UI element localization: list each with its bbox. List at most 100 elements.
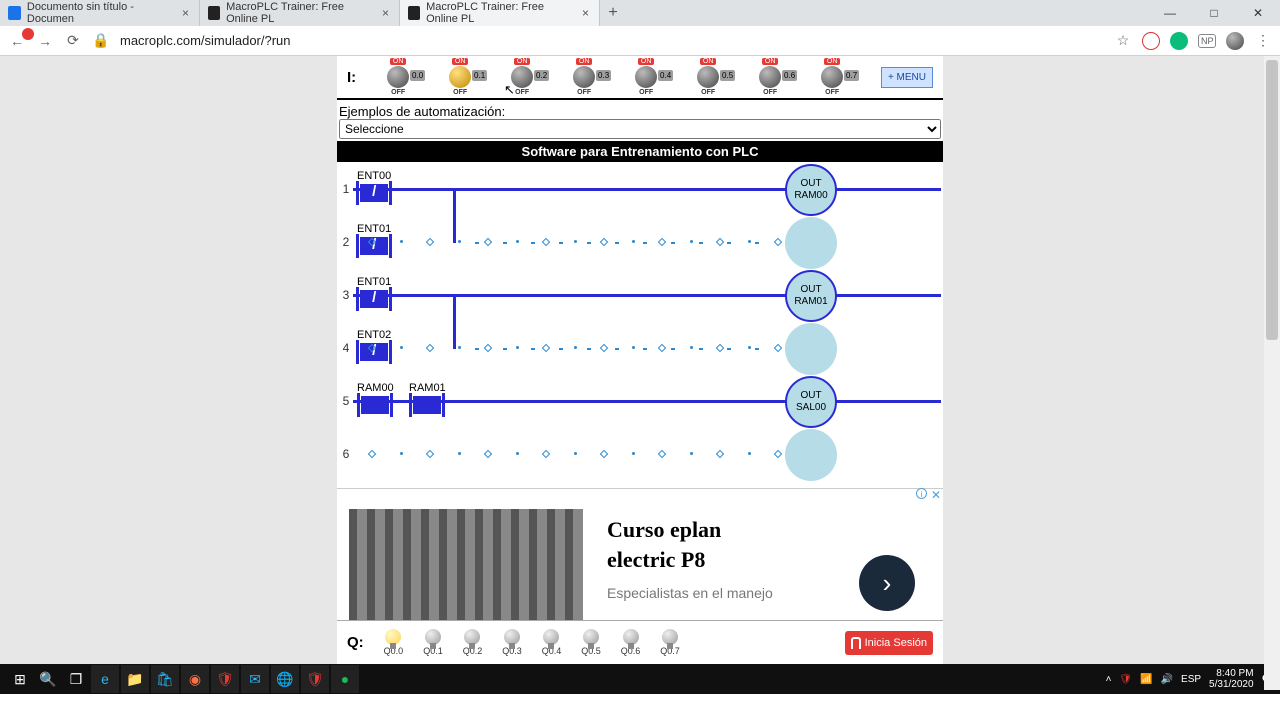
chrome-menu-button[interactable]: ⋮ xyxy=(1254,32,1272,49)
favicon-macroplc-icon xyxy=(208,6,220,20)
taskbar-edge-icon[interactable]: e xyxy=(91,665,119,693)
task-view-button[interactable]: ❐ xyxy=(62,665,90,693)
input-toggle-list: ON0.0OFF ON0.1OFF ON0.2OFF ON0.3OFF ON0.4OFF… xyxy=(376,58,854,96)
output-bulb-7[interactable]: Q0.7 xyxy=(660,629,680,656)
coil-RAM00[interactable]: OUTRAM00 xyxy=(785,164,837,216)
ladder-diagram[interactable]: 1ENT00/OUTRAM002ENT01/3ENT01/OUTRAM014EN… xyxy=(337,162,943,480)
taskbar-app2-icon[interactable]: 🛡 xyxy=(301,665,329,693)
contact-symbol-icon xyxy=(361,396,389,414)
rung-dot-guides xyxy=(369,345,781,351)
windows-taskbar: ⊞ 🔍 ❐ e 📁 🛍 ◉ 🛡 ✉ 🌐 🛡 ● ˄ 🛡 📶 🔊 ESP 8:40… xyxy=(0,664,1280,694)
contact-RAM01[interactable]: RAM01 xyxy=(409,382,446,417)
tray-chevron-up-icon[interactable]: ˄ xyxy=(1106,674,1112,685)
tray-shield-icon[interactable]: 🛡 xyxy=(1119,674,1132,685)
menu-button[interactable]: + MENU xyxy=(881,67,933,88)
outputs-label: Q: xyxy=(347,634,364,651)
new-tab-button[interactable]: + xyxy=(600,4,626,22)
ad-close-icon[interactable]: ✕ xyxy=(931,488,941,502)
nav-forward-button[interactable]: → xyxy=(36,33,54,49)
ad-next-button[interactable]: › xyxy=(859,555,915,611)
knob-icon: 0.7 xyxy=(821,66,843,88)
advertisement: i ✕ Curso eplan electric P8 Especialista… xyxy=(337,488,943,638)
ext-ublock-icon[interactable] xyxy=(1142,32,1160,50)
taskbar-mcafee-icon[interactable]: 🛡 xyxy=(211,665,239,693)
login-button[interactable]: Inicia Sesión xyxy=(845,631,933,655)
ad-info-icon[interactable]: i xyxy=(916,488,927,499)
rung-6[interactable]: 6 xyxy=(339,427,941,480)
output-bulb-1[interactable]: Q0.1 xyxy=(423,629,443,656)
scrollbar[interactable] xyxy=(1264,56,1280,690)
taskbar-chrome-icon[interactable]: 🌐 xyxy=(271,665,299,693)
ad-image[interactable] xyxy=(349,509,583,625)
rung-1[interactable]: 1ENT00/OUTRAM00 xyxy=(339,162,941,215)
ad-title-1: Curso eplan xyxy=(607,515,773,545)
input-toggle-7[interactable]: ON0.7OFF xyxy=(810,58,854,96)
input-toggle-0[interactable]: ON0.0OFF xyxy=(376,58,420,96)
output-bulb-3[interactable]: Q0.3 xyxy=(502,629,522,656)
coil-empty[interactable] xyxy=(785,217,837,269)
profile-avatar-icon[interactable] xyxy=(1226,32,1244,50)
taskbar-store-icon[interactable]: 🛍 xyxy=(151,665,179,693)
tray-volume-icon[interactable]: 🔊 xyxy=(1161,674,1173,685)
taskbar-app1-icon[interactable]: ◉ xyxy=(181,665,209,693)
search-button[interactable]: 🔍 xyxy=(34,665,62,693)
output-bulb-0[interactable]: Q0.0 xyxy=(384,629,404,656)
taskbar-explorer-icon[interactable]: 📁 xyxy=(121,665,149,693)
taskbar-spotify-icon[interactable]: ● xyxy=(331,665,359,693)
rung-3[interactable]: 3ENT01/OUTRAM01 xyxy=(339,268,941,321)
close-icon[interactable]: × xyxy=(182,6,189,20)
start-button[interactable]: ⊞ xyxy=(6,665,34,693)
coil-RAM01[interactable]: OUTRAM01 xyxy=(785,270,837,322)
taskbar-mail-icon[interactable]: ✉ xyxy=(241,665,269,693)
on-label-icon: ON xyxy=(514,58,530,65)
plc-simulator-app: I: ON0.0OFFON0.1OFFON0.2OFFON0.3OFFON0.4… xyxy=(337,56,943,664)
rung-4[interactable]: 4ENT02/ xyxy=(339,321,941,374)
coil-SAL00[interactable]: OUTSAL00 xyxy=(785,376,837,428)
favicon-macroplc-icon xyxy=(408,6,420,20)
tray-language[interactable]: ESP xyxy=(1181,674,1201,685)
input-toggle-2[interactable]: ON0.2OFF xyxy=(500,58,544,96)
output-bulb-4[interactable]: Q0.4 xyxy=(542,629,562,656)
rung-5[interactable]: 5RAM00RAM01OUTSAL00 xyxy=(339,374,941,427)
input-toggle-4[interactable]: ON0.4OFF xyxy=(624,58,668,96)
bulb-icon xyxy=(504,629,520,645)
close-icon[interactable]: × xyxy=(382,6,389,20)
tab-macroplc-1[interactable]: MacroPLC Trainer: Free Online PL × xyxy=(200,0,400,26)
input-toggle-5[interactable]: ON0.5OFF xyxy=(686,58,730,96)
window-maximize-button[interactable]: □ xyxy=(1192,0,1236,26)
contact-symbol-icon xyxy=(413,396,441,414)
output-bulb-5[interactable]: Q0.5 xyxy=(581,629,601,656)
tab-docs[interactable]: Documento sin título - Documen × xyxy=(0,0,200,26)
output-bulb-2[interactable]: Q0.2 xyxy=(463,629,483,656)
contact-ENT01[interactable]: ENT01/ xyxy=(357,276,391,311)
contact-ENT00[interactable]: ENT00/ xyxy=(357,170,391,205)
ext-np-icon[interactable]: NP xyxy=(1198,34,1216,48)
window-minimize-button[interactable]: — xyxy=(1148,0,1192,26)
close-icon[interactable]: × xyxy=(582,6,589,20)
login-label: Inicia Sesión xyxy=(865,637,927,649)
input-toggle-3[interactable]: ON0.3OFF xyxy=(562,58,606,96)
contact-RAM00[interactable]: RAM00 xyxy=(357,382,394,417)
off-label-icon: OFF xyxy=(748,89,792,96)
tab-macroplc-2[interactable]: MacroPLC Trainer: Free Online PL × xyxy=(400,0,600,26)
coil-empty[interactable] xyxy=(785,429,837,481)
rung-rail xyxy=(353,188,941,191)
ext-grammarly-icon[interactable] xyxy=(1170,32,1188,50)
nav-reload-button[interactable]: ⟳ xyxy=(64,32,82,49)
rung-2[interactable]: 2ENT01/ xyxy=(339,215,941,268)
input-toggle-1[interactable]: ON0.1OFF xyxy=(438,58,482,96)
tray-wifi-icon[interactable]: 📶 xyxy=(1140,674,1152,685)
coil-empty[interactable] xyxy=(785,323,837,375)
url-text[interactable]: macroplc.com/simulador/?run xyxy=(120,33,291,48)
window-close-button[interactable]: ✕ xyxy=(1236,0,1280,26)
input-toggle-6[interactable]: ON0.6OFF xyxy=(748,58,792,96)
favicon-docs-icon xyxy=(8,6,21,20)
scrollbar-thumb[interactable] xyxy=(1266,60,1278,340)
tray-clock[interactable]: 8:40 PM 5/31/2020 xyxy=(1209,668,1254,690)
output-bulb-6[interactable]: Q0.6 xyxy=(621,629,641,656)
examples-select[interactable]: Seleccione xyxy=(339,119,941,139)
off-label-icon: OFF xyxy=(686,89,730,96)
bulb-icon xyxy=(464,629,480,645)
bookmark-star-icon[interactable]: ☆ xyxy=(1114,32,1132,49)
bulb-icon xyxy=(543,629,559,645)
